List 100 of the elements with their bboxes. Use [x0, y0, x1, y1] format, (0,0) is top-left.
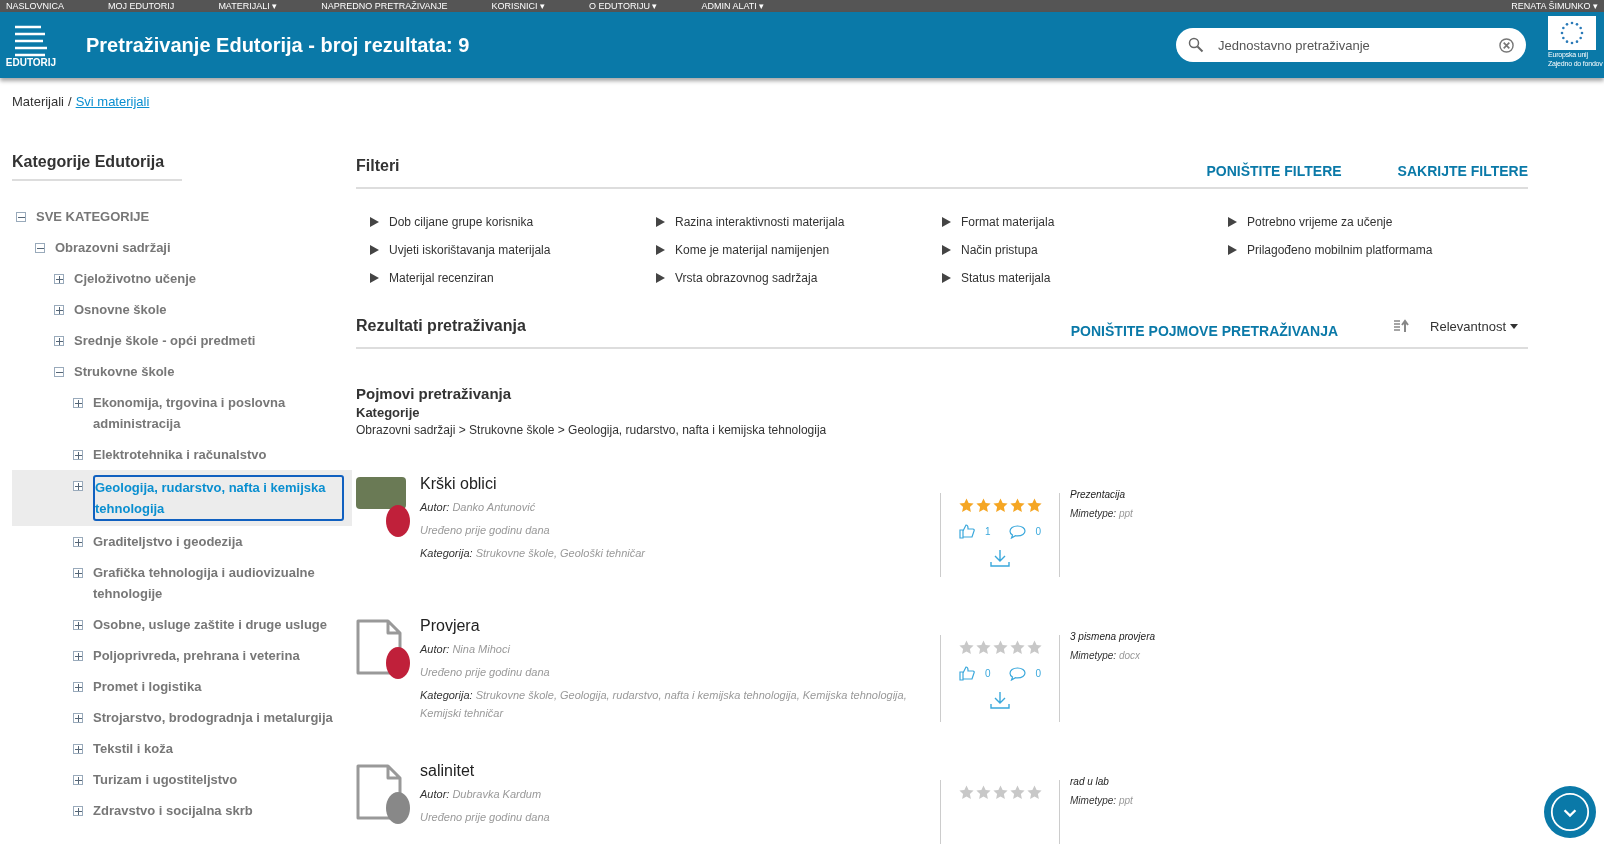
- nav-link[interactable]: MATERIJALI ▾: [218, 0, 278, 12]
- photo-placeholder: [356, 477, 406, 509]
- tree-item[interactable]: Ekonomija, trgovina i poslovna administracija: [93, 392, 344, 434]
- tree-item[interactable]: Strojarstvo, brodogradnja i metalurgija: [93, 707, 333, 728]
- expand-icon[interactable]: [73, 775, 83, 785]
- result-title[interactable]: Krški oblici: [420, 475, 940, 493]
- search-field[interactable]: Jednostavno pretraživanje: [1176, 28, 1526, 62]
- tree-item[interactable]: Osobne, usluge zaštite i druge usluge: [93, 614, 328, 635]
- download-icon[interactable]: [990, 549, 1010, 567]
- caret-icon: [1228, 217, 1237, 227]
- filter-toggle[interactable]: Status materijala: [942, 271, 1228, 285]
- reset-terms-link[interactable]: PONIŠTITE POJMOVE PRETRAŽIVANJA: [1070, 323, 1339, 339]
- expand-icon[interactable]: [73, 806, 83, 816]
- expand-icon[interactable]: [73, 620, 83, 630]
- tree-item[interactable]: Osnovne škole: [74, 299, 167, 320]
- tree-item[interactable]: Poljoprivreda, prehrana i veterina: [93, 645, 300, 666]
- category-line: Kategorija: Strukovne škole, Geologija, rudarstvo, nafta i kemijska tehnologija, Kemijska tehnologija, Kemijski tehničar: [420, 688, 908, 721]
- comment-icon[interactable]: [1008, 524, 1026, 539]
- caret-icon: [370, 245, 379, 255]
- filters-title: Filteri: [356, 157, 401, 175]
- star-icon: [1008, 639, 1026, 656]
- comment-icon[interactable]: [1008, 666, 1026, 681]
- caret-icon: [656, 217, 665, 227]
- thumbs-up-icon[interactable]: [958, 666, 975, 681]
- result-title[interactable]: Provjera: [420, 617, 940, 635]
- star-icon: [974, 639, 992, 656]
- avatar-silhouette: [386, 792, 410, 824]
- tree-item[interactable]: Cjeloživotno učenje: [74, 268, 197, 289]
- comment-count: 0: [1035, 668, 1042, 679]
- filter-toggle[interactable]: Način pristupa: [942, 243, 1228, 257]
- tree-item[interactable]: SVE KATEGORIJE: [36, 206, 150, 227]
- nav-link[interactable]: NASLOVNICA: [6, 0, 65, 12]
- avatar-photo: [386, 647, 410, 679]
- eu-flag: [1548, 16, 1596, 50]
- filter-toggle[interactable]: Razina interaktivnosti materijala: [656, 215, 942, 229]
- star-icon: [1025, 784, 1043, 801]
- filter-action-link[interactable]: PONIŠTITE FILTERE: [1206, 163, 1342, 179]
- download-icon[interactable]: [990, 691, 1010, 709]
- scroll-down-button[interactable]: [1544, 786, 1596, 838]
- star-icon: [957, 784, 975, 801]
- nav-link[interactable]: ADMIN ALATI ▾: [701, 0, 765, 12]
- thumbs-up-icon[interactable]: [958, 524, 975, 539]
- sort-dropdown[interactable]: Relevantnost: [1394, 318, 1518, 334]
- expand-icon[interactable]: [73, 398, 83, 408]
- expand-icon[interactable]: [73, 537, 83, 547]
- expand-icon[interactable]: [54, 336, 64, 346]
- filter-toggle[interactable]: Potrebno vrijeme za učenje: [1228, 215, 1514, 229]
- nav-link[interactable]: O EDUTORIJU ▾: [589, 0, 658, 12]
- expand-icon[interactable]: [54, 305, 64, 315]
- filter-toggle[interactable]: Dob ciljane grupe korisnika: [370, 215, 656, 229]
- caret-icon: [370, 273, 379, 283]
- filter-action-link[interactable]: SAKRIJTE FILTERE: [1397, 163, 1528, 179]
- edited-date: Uređeno prije godinu dana: [420, 810, 551, 825]
- nav-link[interactable]: KORISNICI ▾: [491, 0, 546, 12]
- filter-toggle[interactable]: Kome je materijal namijenjen: [656, 243, 942, 257]
- tree-item[interactable]: Srednje škole - opći predmeti: [74, 330, 256, 351]
- tree-item[interactable]: Promet i logistika: [93, 676, 202, 697]
- tree-item[interactable]: Strukovne škole: [74, 361, 175, 382]
- collapse-icon[interactable]: [35, 243, 45, 253]
- sort-icon: [1394, 319, 1411, 333]
- expand-icon[interactable]: [73, 713, 83, 723]
- expand-icon[interactable]: [73, 651, 83, 661]
- star-icon: [991, 639, 1009, 656]
- filter-toggle[interactable]: Uvjeti iskorištavanja materijala: [370, 243, 656, 257]
- filter-toggle[interactable]: Prilagođeno mobilnim platformama: [1228, 243, 1514, 257]
- tree-item[interactable]: Grafička tehnologija i audiovizualne tehnologije: [93, 562, 344, 604]
- star-icon: [1025, 639, 1043, 656]
- material-type: Prezentacija: [1070, 489, 1127, 500]
- tree-item[interactable]: Zdravstvo i socijalna skrb: [93, 800, 253, 821]
- collapse-icon[interactable]: [54, 367, 64, 377]
- user-menu[interactable]: RENATA ŠIMUNKO ▾: [1511, 0, 1598, 12]
- expand-icon[interactable]: [73, 481, 83, 491]
- tree-item[interactable]: Turizam i ugostiteljstvo: [93, 769, 238, 790]
- expand-icon[interactable]: [73, 568, 83, 578]
- collapse-icon[interactable]: [16, 212, 26, 222]
- search-icon: [1188, 37, 1204, 53]
- mimetype-line: Mimetype: ppt: [1070, 794, 1133, 808]
- expand-icon[interactable]: [73, 744, 83, 754]
- filter-toggle[interactable]: Vrsta obrazovnog sadržaja: [656, 271, 942, 285]
- breadcrumb-link[interactable]: Svi materijali: [75, 94, 150, 109]
- terms-label: Kategorije: [356, 405, 421, 420]
- tree-item[interactable]: Elektrotehnika i računalstvo: [93, 444, 267, 465]
- star-icon: [1008, 784, 1026, 801]
- tree-item[interactable]: Tekstil i koža: [93, 738, 173, 759]
- expand-icon[interactable]: [73, 682, 83, 692]
- nav-link[interactable]: NAPREDNO PRETRAŽIVANJE: [321, 0, 448, 12]
- filter-toggle[interactable]: Materijal recenziran: [370, 271, 656, 285]
- result-title[interactable]: salinitet: [420, 762, 940, 780]
- tree-item[interactable]: Obrazovni sadržaji: [55, 237, 171, 258]
- nav-link[interactable]: MOJ EDUTORIJ: [108, 0, 175, 12]
- results-title: Rezultati pretraživanja: [356, 317, 527, 335]
- filter-toggle[interactable]: Format materijala: [942, 215, 1228, 229]
- author-line: Autor: Danko Antunović: [420, 500, 537, 515]
- material-type: 3 pismena provjera: [1070, 631, 1156, 642]
- expand-icon[interactable]: [73, 450, 83, 460]
- tree-item[interactable]: Graditeljstvo i geodezija: [93, 531, 243, 552]
- star-icon: [1025, 497, 1043, 514]
- like-count: 1: [984, 526, 991, 537]
- clear-icon[interactable]: [1499, 37, 1514, 53]
- expand-icon[interactable]: [54, 274, 64, 284]
